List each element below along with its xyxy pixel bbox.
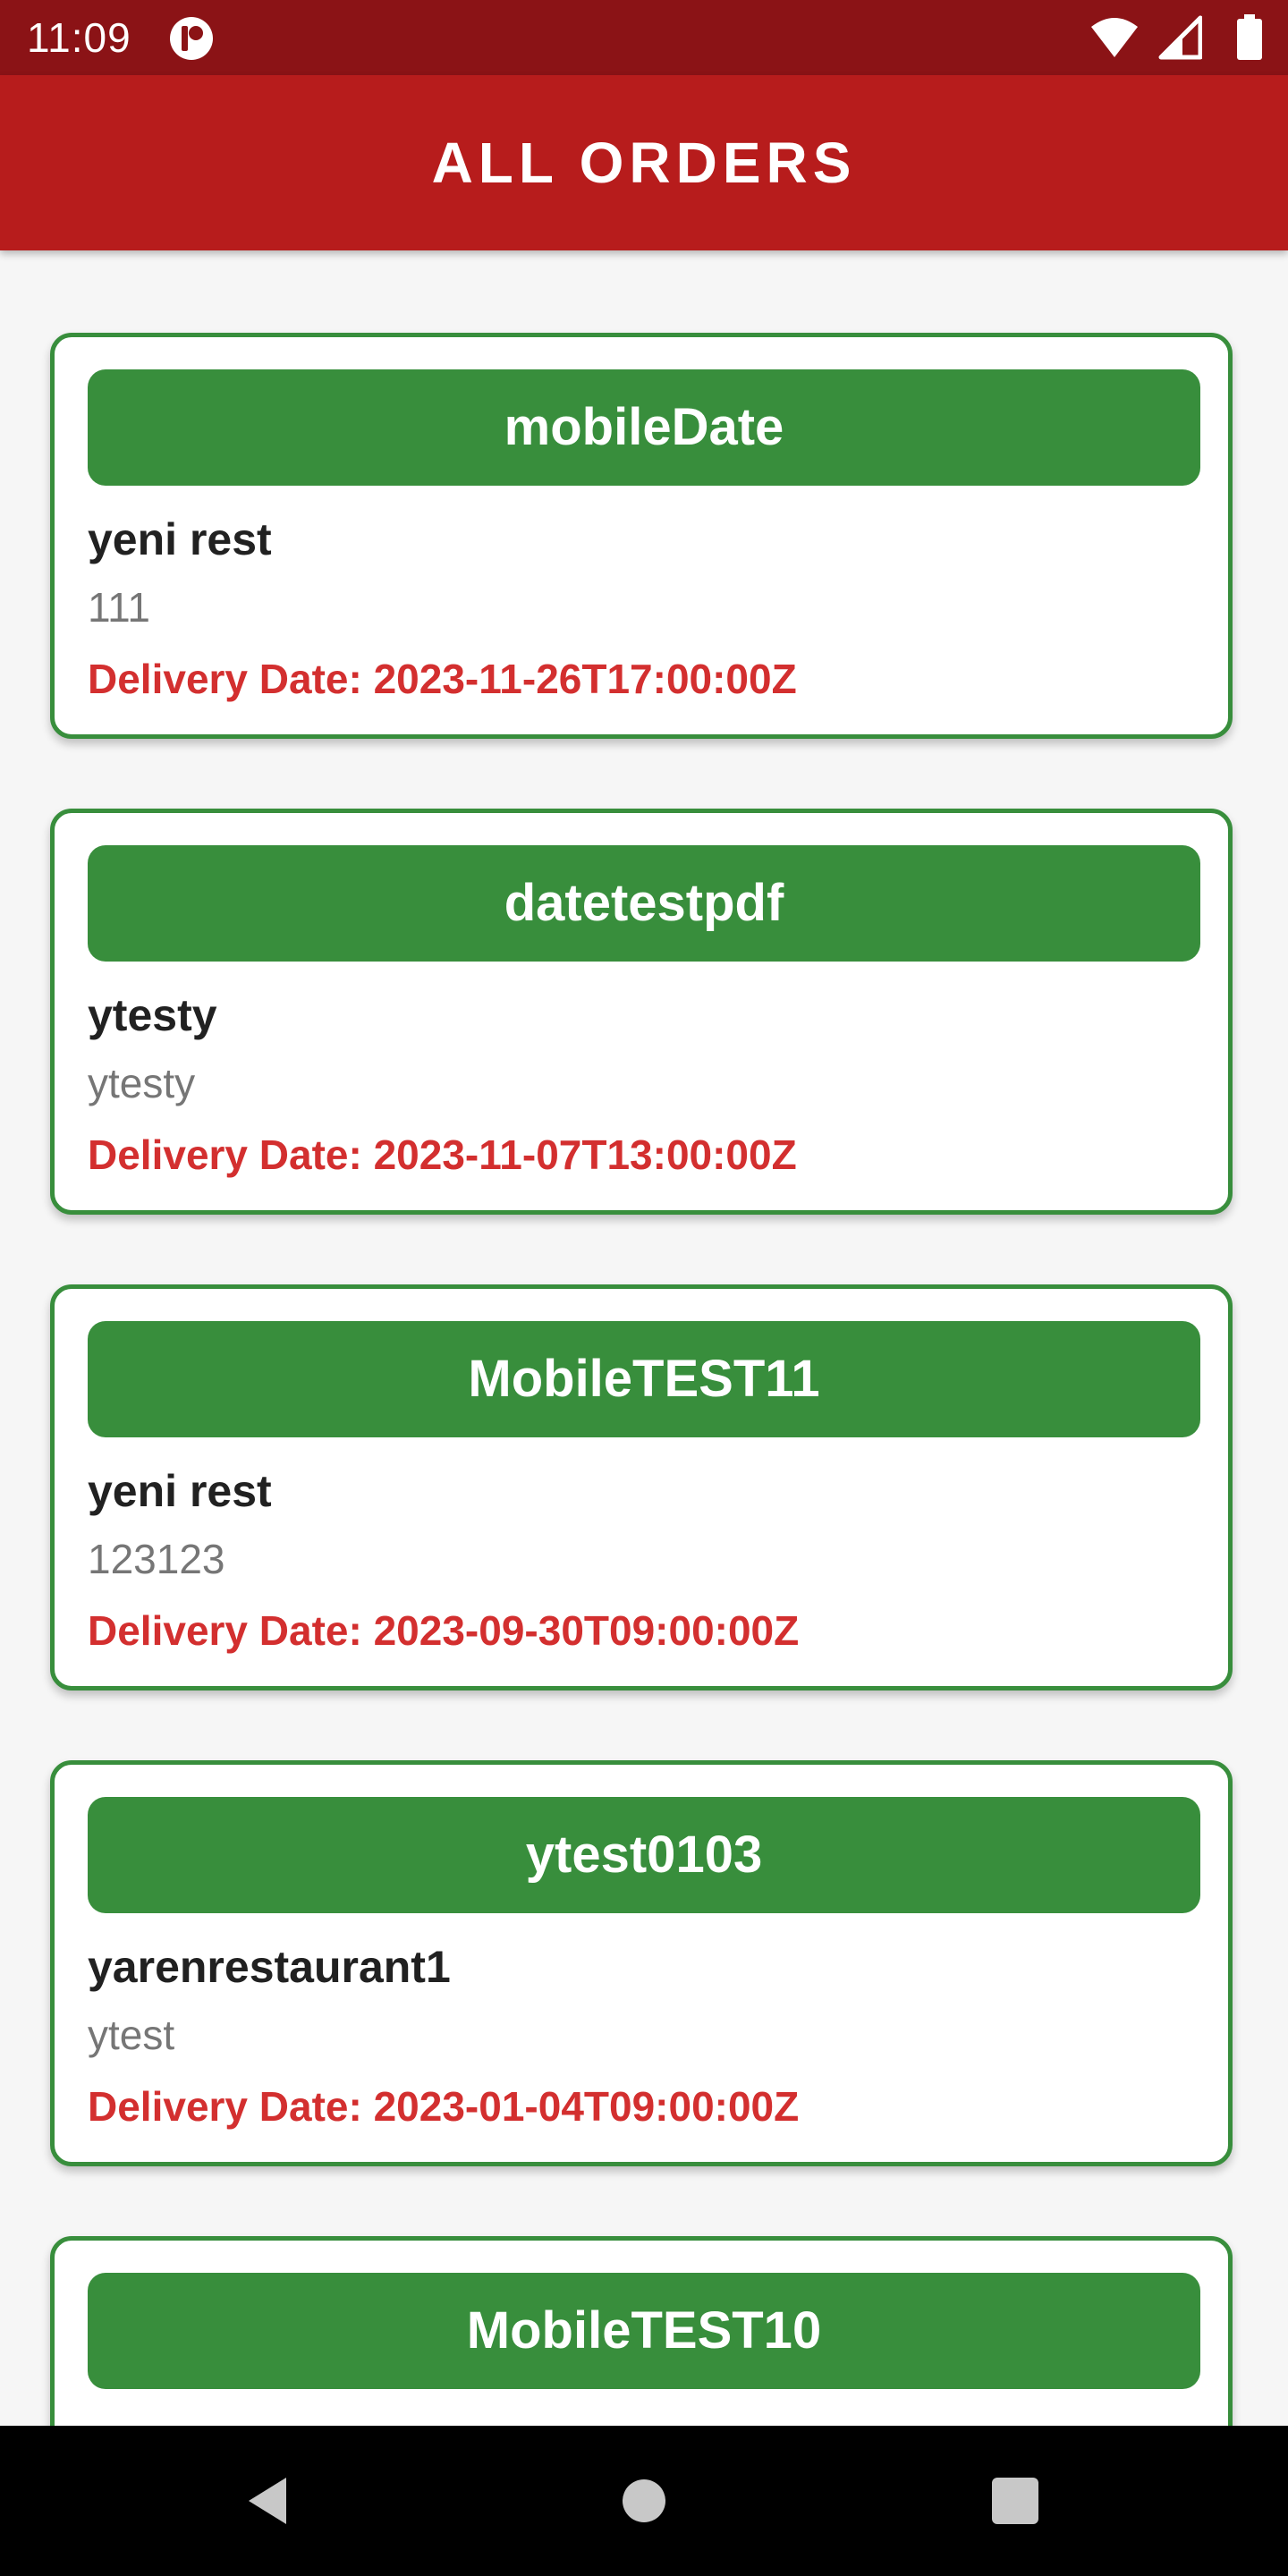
order-card[interactable]: datetestpdf ytesty ytesty Delivery Date:… — [50, 809, 1233, 1215]
battery-icon — [1237, 14, 1262, 60]
order-card[interactable]: MobileTEST11 yeni rest 123123 Delivery D… — [50, 1284, 1233, 1690]
order-note: ytesty — [88, 1060, 196, 1106]
page-title: ALL ORDERS — [431, 131, 857, 195]
order-delivery-date: Delivery Date: 2023-11-07T13:00:00Z — [88, 1131, 797, 1178]
order-note: 111 — [88, 584, 150, 631]
order-restaurant: yeni rest — [88, 1466, 272, 1516]
order-name[interactable]: ytest0103 — [88, 1797, 1200, 1913]
order-delivery-date: Delivery Date: 2023-01-04T09:00:00Z — [88, 2083, 800, 2130]
back-button[interactable] — [215, 2426, 322, 2576]
recents-icon — [992, 2478, 1038, 2524]
order-restaurant: yarenrestaurant1 — [88, 1942, 451, 1992]
order-note: 123123 — [88, 1536, 225, 1582]
signal-icon — [1158, 15, 1202, 60]
home-button[interactable] — [590, 2426, 698, 2576]
order-card[interactable]: MobileTEST10 — [50, 2236, 1233, 2426]
status-time: 11:09 — [27, 14, 131, 61]
order-name[interactable]: MobileTEST11 — [88, 1321, 1200, 1437]
order-delivery-date: Delivery Date: 2023-09-30T09:00:00Z — [88, 1607, 800, 1654]
order-list[interactable]: mobileDate yeni rest 111 Delivery Date: … — [0, 250, 1288, 2426]
app-bar: ALL ORDERS — [0, 75, 1288, 250]
order-name[interactable]: datetestpdf — [88, 845, 1200, 962]
back-icon — [249, 2478, 286, 2524]
status-bar: 11:09 — [0, 0, 1288, 75]
order-name[interactable]: MobileTEST10 — [88, 2273, 1200, 2389]
wifi-icon — [1091, 18, 1138, 57]
order-card[interactable]: ytest0103 yarenrestaurant1 ytest Deliver… — [50, 1760, 1233, 2166]
order-note: ytest — [88, 2012, 175, 2058]
navigation-bar — [0, 2426, 1288, 2576]
order-restaurant: ytesty — [88, 990, 217, 1040]
home-icon — [623, 2479, 665, 2522]
notification-app-icon — [168, 15, 215, 62]
order-delivery-date: Delivery Date: 2023-11-26T17:00:00Z — [88, 656, 797, 702]
order-restaurant: yeni rest — [88, 514, 272, 564]
recents-button[interactable] — [962, 2426, 1069, 2576]
order-name[interactable]: mobileDate — [88, 369, 1200, 486]
order-card[interactable]: mobileDate yeni rest 111 Delivery Date: … — [50, 333, 1233, 739]
